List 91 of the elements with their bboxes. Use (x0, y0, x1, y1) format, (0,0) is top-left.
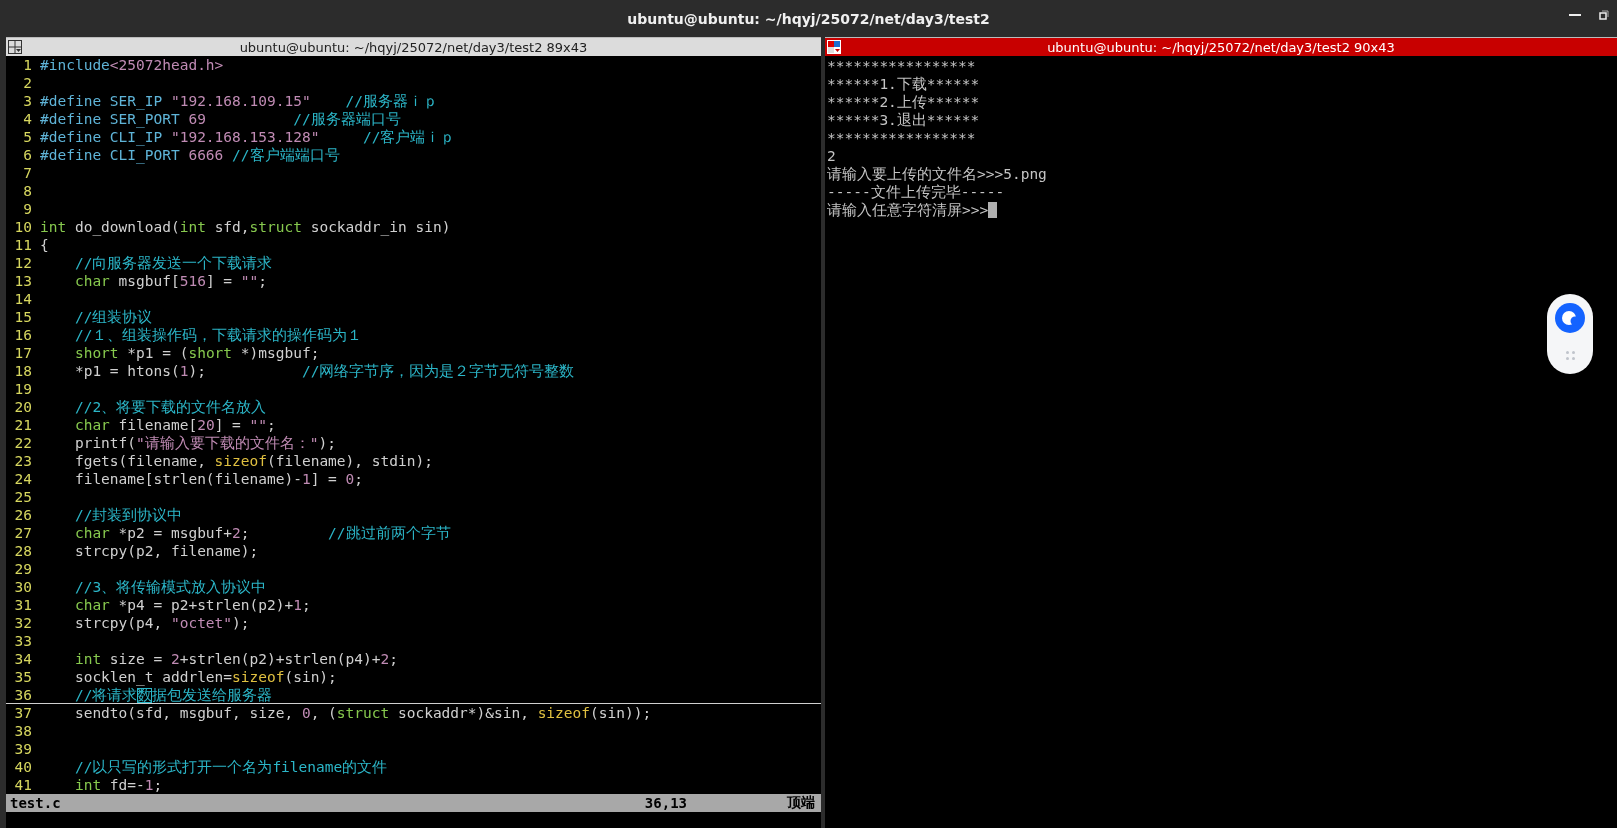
window-title: ubuntu@ubuntu: ~/hqyj/25072/net/day3/test2 (627, 10, 990, 27)
code-line: sendto(sfd, msgbuf, size, 0, (struct sockaddr*)&sin, sizeof(sin)); (73, 704, 652, 722)
code-line: socklen_t addrlen=sizeof(sin); (73, 668, 337, 686)
terminal-line: 请输入要上传的文件名>>>5.png (827, 165, 1047, 183)
line-number: 22 (13, 434, 33, 452)
code-line: #define CLI_IP "192.168.153.128" //客户端ｉｐ (40, 128, 456, 146)
terminal-menu-icon[interactable] (827, 40, 841, 54)
pane-title: ubuntu@ubuntu: ~/hqyj/25072/net/day3/test2 90x43 (1047, 39, 1395, 55)
code-line: fgets(filename, sizeof(filename), stdin); (73, 452, 433, 470)
line-number: 25 (13, 488, 33, 506)
line-number: 13 (13, 272, 33, 290)
line-number: 20 (13, 398, 33, 416)
line-number: 17 (13, 344, 33, 362)
code-line: strcpy(p4, "octet"); (73, 614, 250, 632)
line-number: 8 (22, 182, 33, 200)
line-number: 39 (13, 740, 33, 758)
code-line: filename[strlen(filename)-1] = 0; (73, 470, 364, 488)
line-number: 14 (13, 290, 33, 308)
line-number: 27 (13, 524, 33, 542)
pane-title: ubuntu@ubuntu: ~/hqyj/25072/net/day3/test2 89x43 (239, 39, 588, 55)
line-number: 16 (13, 326, 33, 344)
line-number: 36 (13, 686, 33, 703)
line-number: 37 (13, 704, 33, 722)
terminal-line: 请输入任意字符清屏>>> (827, 201, 989, 219)
code-line: int do_download(int sfd,struct sockaddr_in sin) (40, 218, 451, 236)
line-number: 34 (13, 650, 33, 668)
line-number: 30 (13, 578, 33, 596)
drag-handle-icon[interactable] (1565, 351, 1575, 360)
code-line: char *p4 = p2+strlen(p2)+1; (73, 596, 311, 614)
code-line: int fd=-1; (73, 776, 163, 794)
code-line: *p1 = htons(1); //网络字节序，因为是２字节无符号整数 (73, 362, 575, 380)
line-number: 1 (22, 56, 33, 74)
line-number: 33 (13, 632, 33, 650)
minimize-icon[interactable] (1569, 13, 1581, 17)
line-number: 2 (22, 74, 33, 92)
restore-icon[interactable] (1599, 10, 1609, 20)
code-line: short *p1 = (short *)msgbuf; (73, 344, 320, 362)
assistant-logo-icon[interactable] (1555, 303, 1585, 333)
line-number: 19 (13, 380, 33, 398)
code-line: char msgbuf[516] = ""; (73, 272, 267, 290)
code-line: #define SER_IP "192.168.109.15" //服务器ｉｐ (40, 92, 439, 110)
line-number: 26 (13, 506, 33, 524)
terminal-line: ******1.下载****** (827, 75, 980, 93)
line-number: 18 (13, 362, 33, 380)
line-number: 21 (13, 416, 33, 434)
line-number: 3 (22, 92, 33, 110)
line-number: 15 (13, 308, 33, 326)
code-line: //向服务器发送一个下载请求 (73, 254, 273, 272)
floating-assistant-widget[interactable] (1547, 294, 1593, 374)
terminal-line: ******3.退出****** (827, 111, 980, 129)
terminal-line: ***************** (827, 57, 976, 75)
line-number: 38 (13, 722, 33, 740)
line-number: 5 (22, 128, 33, 146)
code-line: //以只写的形式打开一个名为filename的文件 (73, 758, 388, 776)
cursor-position: 36,13 (644, 795, 687, 811)
line-number: 9 (22, 200, 33, 218)
line-number: 6 (22, 146, 33, 164)
code-line: //１、组装操作码，下载请求的操作码为１ (73, 326, 363, 344)
line-number: 35 (13, 668, 33, 686)
code-line: printf("请输入要下载的文件名："); (73, 434, 336, 452)
code-line: strcpy(p2, filename); (73, 542, 259, 560)
line-number: 10 (13, 218, 33, 236)
line-number: 31 (13, 596, 33, 614)
code-line: #define SER_PORT 69 //服务器端口号 (40, 110, 401, 128)
line-number: 11 (13, 236, 33, 254)
terminal-line: -----文件上传完毕----- (827, 183, 1005, 201)
scroll-position: 顶端 (787, 794, 815, 812)
code-line: char *p2 = msgbuf+2; //跳过前两个字节 (73, 524, 451, 542)
line-number: 40 (13, 758, 33, 776)
code-line: //组装协议 (73, 308, 153, 326)
terminal-line: ***************** (827, 129, 976, 147)
line-number: 29 (13, 560, 33, 578)
code-line: int size = 2+strlen(p2)+strlen(p4)+2; (73, 650, 398, 668)
code-line: char filename[20] = ""; (73, 416, 276, 434)
line-number: 7 (22, 164, 33, 182)
line-number: 23 (13, 452, 33, 470)
line-number: 28 (13, 542, 33, 560)
code-line: //封装到协议中 (73, 506, 183, 524)
code-line: #define CLI_PORT 6666 //客户端端口号 (40, 146, 340, 164)
line-number: 32 (13, 614, 33, 632)
line-number: 41 (13, 776, 33, 794)
code-line: //2、将要下载的文件名放入 (73, 398, 267, 416)
code-line: { (40, 236, 49, 254)
code-line: #include<25072head.h> (40, 56, 224, 74)
terminal-line: 2 (827, 147, 836, 165)
file-name: test.c (10, 795, 62, 811)
line-number: 12 (13, 254, 33, 272)
terminal-line: ******2.上传****** (827, 93, 980, 111)
line-number: 24 (13, 470, 33, 488)
line-number: 4 (22, 110, 33, 128)
code-line: //3、将传输模式放入协议中 (73, 578, 267, 596)
